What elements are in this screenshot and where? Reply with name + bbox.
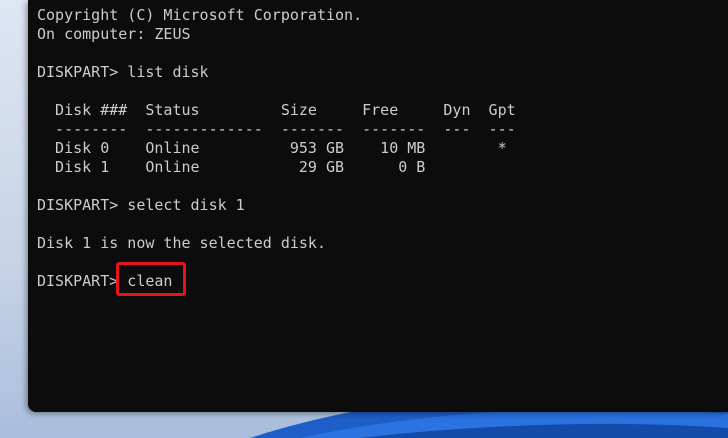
disk-table-row: Disk 0 Online 953 GB 10 MB * — [37, 139, 507, 157]
terminal-line: DISKPART> list disk — [37, 63, 209, 81]
disk-table-header: Disk ### Status Size Free Dyn Gpt — [37, 101, 516, 119]
disk-table-row: Disk 1 Online 29 GB 0 B — [37, 158, 426, 176]
disk-table-separator: -------- ------------- ------- ------- -… — [37, 120, 516, 138]
terminal-line: DISKPART> select disk 1 — [37, 196, 245, 214]
terminal-line: Copyright (C) Microsoft Corporation. — [37, 6, 363, 24]
command-prompt-window[interactable]: Copyright (C) Microsoft Corporation. On c… — [28, 0, 728, 412]
terminal-line: On computer: ZEUS — [37, 25, 191, 43]
terminal-output: Copyright (C) Microsoft Corporation. On c… — [37, 6, 516, 291]
terminal-line: Disk 1 is now the selected disk. — [37, 234, 326, 252]
clean-command-highlight-box — [116, 262, 186, 296]
current-command-line[interactable]: DISKPART> clean — [37, 272, 516, 291]
